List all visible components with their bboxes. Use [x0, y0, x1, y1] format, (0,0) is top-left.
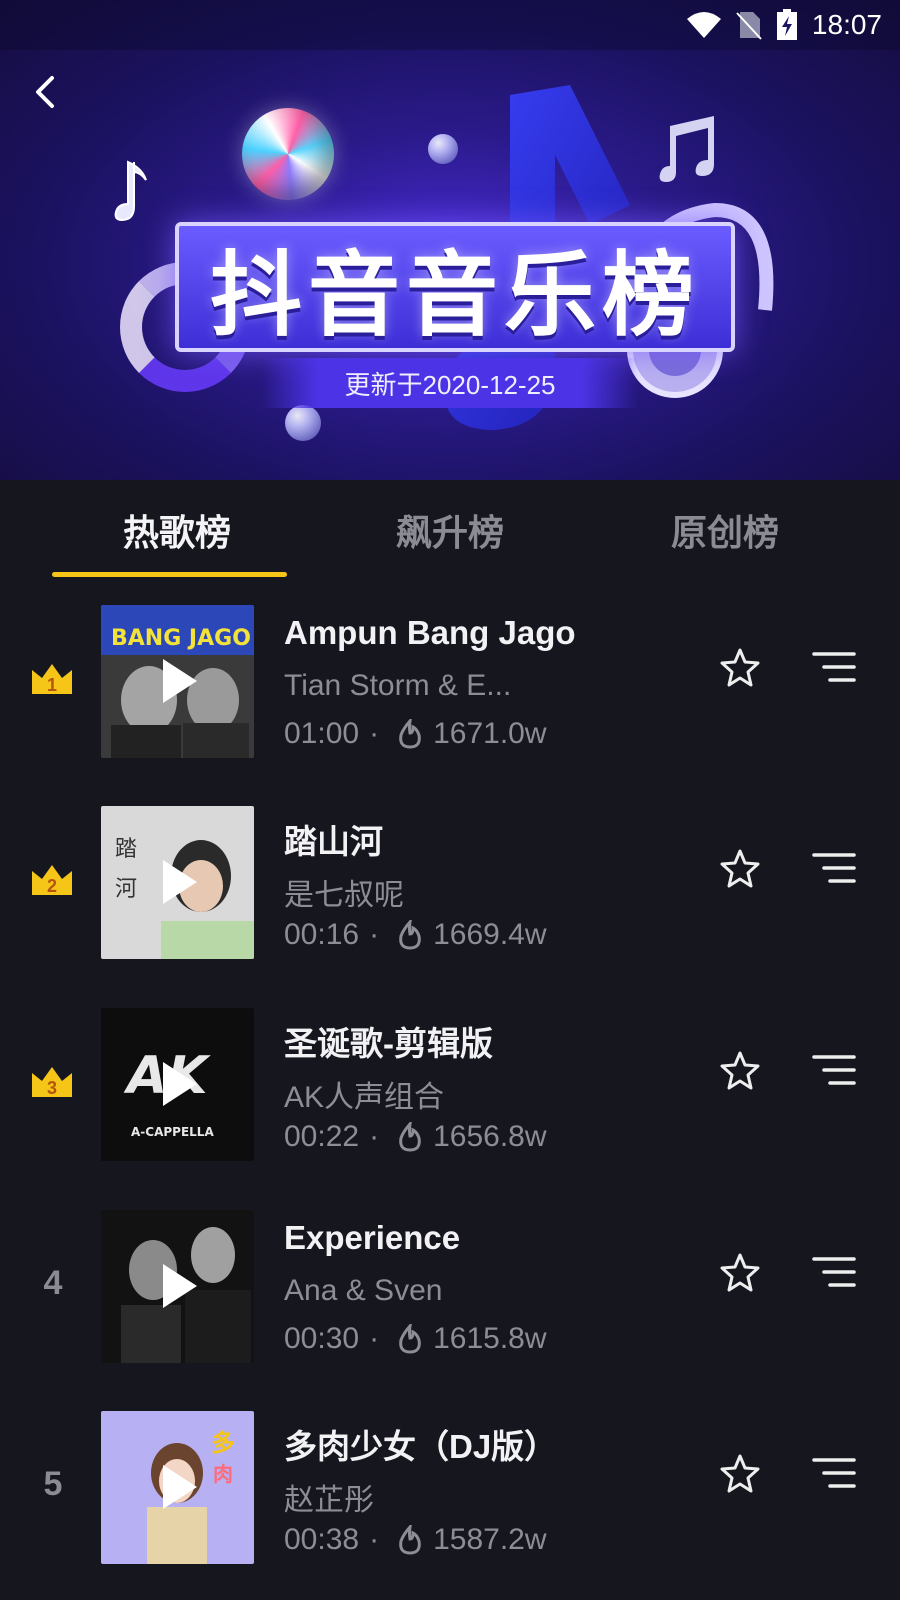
song-artist: 是七叔呢 — [284, 879, 404, 912]
tab-original[interactable]: 原创榜 — [640, 504, 810, 553]
star-icon[interactable] — [718, 1452, 762, 1496]
flame-icon — [399, 920, 421, 950]
album-cover[interactable]: AK A-CAPPELLA — [101, 1008, 254, 1161]
crown-icon: 2 — [32, 865, 72, 896]
chart-banner: 抖音音乐榜 更新于2020-12-25 18:07 — [0, 0, 900, 480]
song-meta: 00:16 · 1669.4w — [284, 918, 547, 952]
song-title: Experience — [284, 1219, 461, 1256]
song-duration: 00:38 — [284, 1523, 360, 1556]
status-bar: 18:07 — [0, 0, 900, 50]
song-meta: 00:30 · 1615.8w — [284, 1322, 547, 1356]
flame-icon — [399, 1122, 421, 1152]
rank-number: 3 — [47, 1078, 57, 1098]
crown-icon: 3 — [32, 1067, 72, 1098]
song-duration: 00:30 — [284, 1322, 360, 1355]
back-icon[interactable] — [24, 70, 68, 114]
album-cover[interactable] — [101, 1210, 254, 1363]
song-title: 多肉少女（DJ版） — [284, 1428, 558, 1465]
song-duration: 01:00 — [284, 717, 360, 750]
star-icon[interactable] — [718, 1049, 762, 1093]
music-note-icon — [659, 116, 714, 182]
song-heat: 1587.2w — [433, 1523, 547, 1556]
song-meta: 00:38 · 1587.2w — [284, 1523, 547, 1557]
svg-text:踏: 踏 — [115, 837, 137, 862]
song-heat: 1615.8w — [433, 1322, 547, 1355]
banner-title: 抖音音乐榜 — [209, 241, 700, 349]
wifi-icon — [686, 12, 721, 38]
song-duration: 00:22 — [284, 1120, 360, 1153]
disco-ball-decoration — [242, 108, 334, 200]
star-icon[interactable] — [718, 1251, 762, 1295]
svg-text:BANG JAGO: BANG JAGO — [111, 626, 251, 651]
updated-date: 更新于2020-12-25 — [344, 369, 556, 400]
play-icon[interactable] — [159, 1463, 199, 1511]
flame-icon — [399, 1525, 421, 1555]
list-item[interactable]: 2 踏 河 踏山河 是七叔呢 00:16 · 1669.4w — [0, 779, 900, 981]
play-icon[interactable] — [159, 1060, 199, 1108]
list-item[interactable]: 3 AK A-CAPPELLA 圣诞歌-剪辑版 AK人声组合 00:22 · 1… — [0, 981, 900, 1183]
song-meta: 01:00 · 1671.0w — [284, 717, 547, 751]
meta-separator: · — [369, 717, 380, 750]
music-note-icon — [114, 160, 147, 222]
banner-title-plate: 抖音音乐榜 — [175, 222, 735, 352]
svg-text:河: 河 — [115, 877, 137, 902]
song-duration: 00:16 — [284, 918, 360, 951]
tab-rising[interactable]: 飙升榜 — [365, 504, 535, 553]
song-artist: Ana & Sven — [284, 1274, 443, 1307]
song-list: 1 BANG JAGO Ampun Bang Jago Tian Storm &… — [0, 578, 900, 1600]
rank-number: 1 — [47, 675, 57, 695]
song-artist: 赵芷彤 — [284, 1484, 374, 1517]
status-time: 18:07 — [811, 9, 882, 40]
tab-hot-songs[interactable]: 热歌榜 — [92, 504, 262, 553]
bubble-decoration — [285, 405, 321, 441]
list-item[interactable]: 5 多 肉 多肉少女（DJ版） 赵芷彤 00:38 · 1587.2w — [0, 1384, 900, 1586]
meta-separator: · — [369, 1523, 380, 1556]
battery-charging-icon — [776, 9, 797, 40]
song-heat: 1671.0w — [433, 717, 547, 750]
meta-separator: · — [369, 1322, 380, 1355]
crown-icon: 1 — [32, 664, 72, 695]
flame-icon — [399, 719, 421, 749]
playlist-add-icon[interactable] — [812, 650, 856, 690]
list-item[interactable]: 1 BANG JAGO Ampun Bang Jago Tian Storm &… — [0, 578, 900, 780]
play-icon[interactable] — [159, 1262, 199, 1310]
star-icon[interactable] — [718, 847, 762, 891]
rank-number: 2 — [47, 876, 57, 896]
song-heat: 1669.4w — [433, 918, 547, 951]
play-icon[interactable] — [159, 657, 199, 705]
no-sim-icon — [736, 12, 762, 40]
rank-number: 4 — [43, 1264, 63, 1302]
star-icon[interactable] — [718, 646, 762, 690]
play-icon[interactable] — [159, 858, 199, 906]
album-cover[interactable]: 踏 河 — [101, 806, 254, 959]
meta-separator: · — [369, 918, 380, 951]
playlist-add-icon[interactable] — [812, 1255, 856, 1295]
chart-tabs: 热歌榜 飙升榜 原创榜 — [0, 480, 900, 576]
active-tab-indicator — [52, 572, 287, 577]
meta-separator: · — [369, 1120, 380, 1153]
playlist-add-icon[interactable] — [812, 1053, 856, 1093]
song-meta: 00:22 · 1656.8w — [284, 1120, 547, 1154]
playlist-add-icon[interactable] — [812, 1456, 856, 1496]
svg-text:肉: 肉 — [213, 1462, 233, 1486]
album-cover[interactable]: BANG JAGO — [101, 605, 254, 758]
song-artist: AK人声组合 — [284, 1081, 445, 1114]
song-artist: Tian Storm & E... — [284, 669, 512, 702]
song-title: 踏山河 — [284, 823, 383, 860]
album-cover[interactable]: 多 肉 — [101, 1411, 254, 1564]
song-title: Ampun Bang Jago — [284, 614, 576, 651]
rank-number: 5 — [43, 1465, 63, 1503]
playlist-add-icon[interactable] — [812, 851, 856, 891]
flame-icon — [399, 1324, 421, 1354]
list-item[interactable]: 4 Experience Ana & Sven 00:30 · 1615.8w — [0, 1183, 900, 1385]
updated-ribbon: 更新于2020-12-25 — [262, 358, 638, 408]
song-title: 圣诞歌-剪辑版 — [284, 1025, 493, 1062]
svg-text:A-CAPPELLA: A-CAPPELLA — [131, 1125, 214, 1139]
song-heat: 1656.8w — [433, 1120, 547, 1153]
svg-text:多: 多 — [211, 1429, 235, 1457]
